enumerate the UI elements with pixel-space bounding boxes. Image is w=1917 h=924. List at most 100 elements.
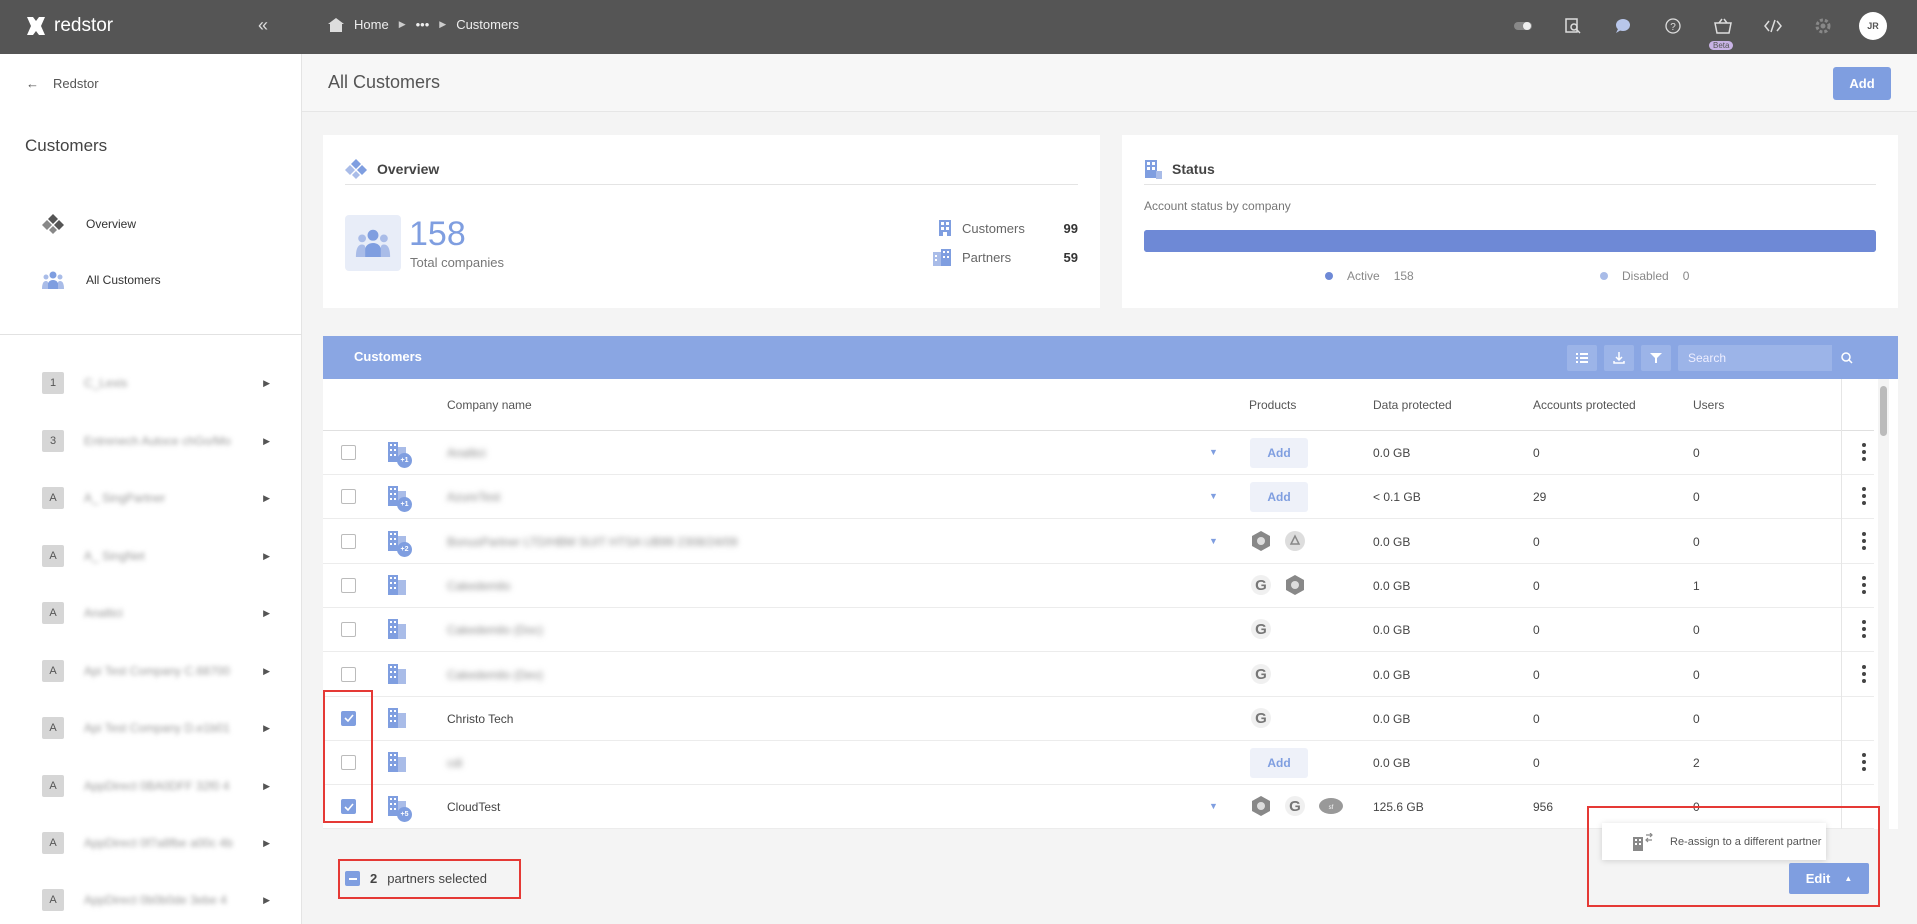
help-icon[interactable]: ? xyxy=(1659,12,1687,40)
company-name[interactable]: Cakedemilo (Doc) xyxy=(447,623,543,637)
edit-button[interactable]: Edit ▲ xyxy=(1789,863,1869,894)
sidebar-list-item[interactable]: A Api Test Company D.e1b01 ▶ xyxy=(42,717,270,739)
hex-product-icon[interactable] xyxy=(1250,530,1272,552)
row-menu-icon[interactable] xyxy=(1861,753,1867,772)
company-name[interactable]: cdi xyxy=(447,756,462,770)
row-checkbox[interactable] xyxy=(341,666,356,682)
legend-active-count: 158 xyxy=(1393,269,1414,283)
row-menu-icon[interactable] xyxy=(1861,620,1867,639)
company-name[interactable]: AzureTest xyxy=(447,490,500,504)
row-checkbox[interactable] xyxy=(341,533,356,549)
column-header-accounts[interactable]: Accounts protected xyxy=(1533,398,1636,412)
deselect-all-checkbox[interactable] xyxy=(345,871,360,886)
sidebar-list-item[interactable]: A Analtici ▶ xyxy=(42,602,270,624)
sidebar-list-item[interactable]: A Api Test Company C.68700 ▶ xyxy=(42,660,270,682)
table-row[interactable]: +2 BonusPartner LTD/HBM SUIT HTSA UB99 23… xyxy=(323,520,1874,564)
table-row[interactable]: Cakedemilo G 0.0 GB 0 1 xyxy=(323,564,1874,608)
company-name[interactable]: Cakedemilo xyxy=(447,579,510,593)
row-menu-icon[interactable] xyxy=(1861,487,1867,506)
search-button[interactable] xyxy=(1832,345,1862,371)
reassign-partner-menu-item[interactable]: Re-assign to a different partner xyxy=(1602,823,1826,860)
table-row[interactable]: Christo Tech G 0.0 GB 0 0 xyxy=(323,697,1874,741)
google-product-icon[interactable]: G xyxy=(1250,663,1272,685)
building-icon xyxy=(939,220,951,236)
google-product-icon[interactable]: G xyxy=(1250,618,1272,640)
sidebar-list-item[interactable]: A A_ SingNet ▶ xyxy=(42,545,270,567)
expand-caret-icon[interactable]: ▼ xyxy=(1209,536,1218,546)
google-product-icon[interactable]: G xyxy=(1250,707,1272,729)
row-checkbox[interactable] xyxy=(341,489,356,505)
table-row[interactable]: +1 AzureTest ▼ Add < 0.1 GB 29 0 xyxy=(323,475,1874,520)
legend-dot-active xyxy=(1325,272,1333,280)
filter-icon[interactable] xyxy=(1641,345,1671,371)
company-name[interactable]: Cakedemilo (Dev) xyxy=(447,668,543,682)
column-header-company[interactable]: Company name xyxy=(447,398,532,412)
sidebar-item-overview[interactable]: Overview xyxy=(42,214,136,234)
sidebar-list-label: Api Test Company D.e1b01 xyxy=(84,721,230,735)
gear-icon[interactable] xyxy=(1809,12,1837,40)
add-product-button[interactable]: Add xyxy=(1250,438,1308,468)
sidebar-list-item[interactable]: 1 C_Lexis ▶ xyxy=(42,372,270,394)
sidebar-item-all-customers[interactable]: All Customers xyxy=(42,271,161,289)
column-header-products[interactable]: Products xyxy=(1249,398,1296,412)
add-product-button[interactable]: Add xyxy=(1250,748,1308,779)
brand-logo[interactable]: redstor xyxy=(24,14,113,38)
company-name[interactable]: Analtici xyxy=(447,446,486,460)
search-input[interactable] xyxy=(1678,345,1828,371)
sidebar-list-item[interactable]: 3 Entrenech Autoce chGo/Mo ▶ xyxy=(42,430,270,452)
sidebar-list-item[interactable]: A AppDirect 0b0b0de 3ebe 4 ▶ xyxy=(42,889,270,911)
sidebar-list-item[interactable]: A AppDirect 0f7a8fbe a00c 4b ▶ xyxy=(42,832,270,854)
basket-icon[interactable]: Beta xyxy=(1709,12,1737,50)
table-row[interactable]: cdi Add 0.0 GB 0 2 xyxy=(323,741,1874,786)
search-doc-icon[interactable] xyxy=(1559,12,1587,40)
row-checkbox[interactable] xyxy=(341,622,356,638)
row-menu-icon[interactable] xyxy=(1861,443,1867,461)
company-name[interactable]: Christo Tech xyxy=(447,712,513,726)
collapse-sidebar-icon[interactable]: « xyxy=(258,15,268,36)
hex-product-icon[interactable] xyxy=(1250,795,1272,817)
google-product-icon[interactable]: G xyxy=(1250,574,1272,596)
breadcrumb-ellipsis[interactable]: ••• xyxy=(416,17,430,32)
sidebar-title: Customers xyxy=(25,136,108,155)
caret-right-icon: ▶ xyxy=(263,837,270,848)
row-menu-icon[interactable] xyxy=(1861,575,1867,594)
google-product-icon[interactable]: G xyxy=(1284,795,1306,817)
code-icon[interactable] xyxy=(1759,12,1787,40)
row-checkbox[interactable] xyxy=(341,577,356,593)
add-product-button[interactable]: Add xyxy=(1250,482,1308,513)
hex-product-icon[interactable] xyxy=(1284,574,1306,596)
company-name[interactable]: CloudTest xyxy=(447,800,500,814)
chat-icon[interactable] xyxy=(1609,12,1637,40)
sidebar-list-label: A_ SingNet xyxy=(84,549,145,563)
sidebar-list-item[interactable]: A A_ SingPartner ▶ xyxy=(42,487,270,509)
column-header-users[interactable]: Users xyxy=(1693,398,1724,412)
list-view-icon[interactable] xyxy=(1567,345,1597,371)
company-name[interactable]: BonusPartner LTD/HBM SUIT HTSA UB99 2308… xyxy=(447,535,737,549)
add-customer-button[interactable]: Add xyxy=(1833,67,1891,100)
download-icon[interactable] xyxy=(1604,345,1634,371)
recycle-product-icon[interactable] xyxy=(1284,530,1306,552)
overview-icon xyxy=(345,158,367,179)
expand-caret-icon[interactable]: ▼ xyxy=(1209,447,1218,457)
expand-caret-icon[interactable]: ▼ xyxy=(1209,491,1218,501)
row-checkbox[interactable] xyxy=(341,445,356,460)
row-menu-icon[interactable] xyxy=(1861,531,1867,550)
status-bar xyxy=(1144,230,1876,252)
reassign-partner-label: Re-assign to a different partner xyxy=(1670,835,1822,848)
breadcrumb-home[interactable]: Home xyxy=(354,17,389,32)
column-header-data[interactable]: Data protected xyxy=(1373,398,1452,412)
row-menu-icon[interactable] xyxy=(1861,664,1867,683)
back-link[interactable]: ← Redstor xyxy=(26,76,99,91)
salesforce-product-icon[interactable]: sf xyxy=(1318,796,1344,816)
user-avatar[interactable]: JR xyxy=(1859,12,1887,40)
caret-right-icon: ▶ xyxy=(263,780,270,791)
table-row[interactable]: +1 Analtici ▼ Add 0.0 GB 0 0 xyxy=(323,431,1874,475)
sidebar-list-item[interactable]: A AppDirect 0BA0DFF 32f0 4 ▶ xyxy=(42,775,270,797)
table-row[interactable]: Cakedemilo (Dev) G 0.0 GB 0 0 xyxy=(323,653,1874,697)
expand-caret-icon[interactable]: ▼ xyxy=(1209,801,1218,811)
table-row[interactable]: Cakedemilo (Doc) G 0.0 GB 0 0 xyxy=(323,608,1874,653)
toggle-icon[interactable] xyxy=(1509,12,1537,40)
scrollbar-thumb[interactable] xyxy=(1880,386,1887,436)
data-protected: 0.0 GB xyxy=(1373,446,1411,460)
accounts-protected: 0 xyxy=(1533,623,1540,638)
